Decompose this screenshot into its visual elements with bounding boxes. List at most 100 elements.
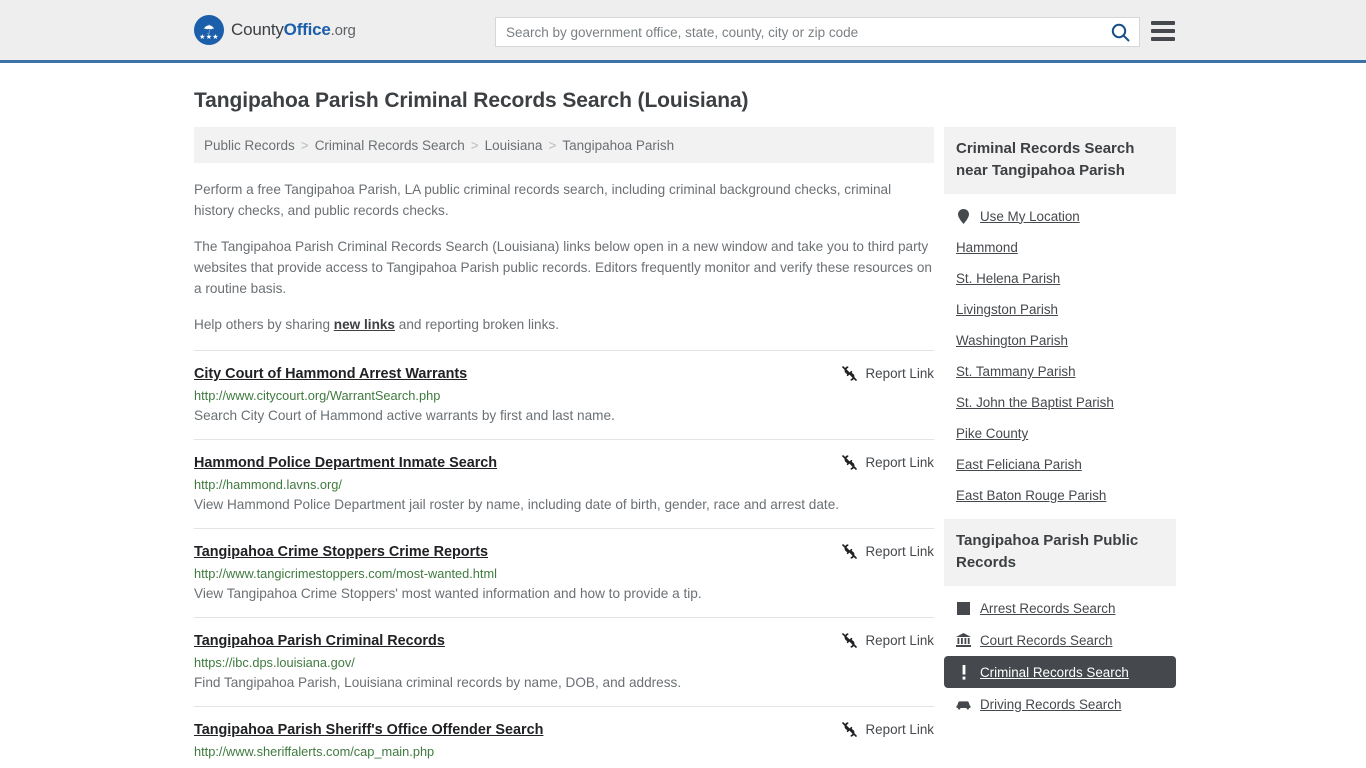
exclamation-icon	[956, 664, 971, 680]
result-item: Hammond Police Department Inmate Search h…	[194, 439, 934, 528]
sidebar-public-records-item[interactable]: Criminal Records Search	[944, 656, 1176, 688]
results-list: City Court of Hammond Arrest Warrants htt…	[194, 350, 934, 768]
sidebar-item-label: Arrest Records Search	[980, 600, 1116, 616]
page-container: Tangipahoa Parish Criminal Records Searc…	[0, 89, 1366, 768]
car-icon	[956, 696, 971, 712]
logo-text-prefix: County	[231, 20, 284, 39]
intro-paragraph-2: The Tangipahoa Parish Criminal Records S…	[194, 239, 932, 296]
broken-link-icon	[841, 455, 857, 470]
result-description: Search City Court of Hammond active warr…	[194, 408, 615, 423]
result-description: Find Tangipahoa Parish, Louisiana crimin…	[194, 675, 682, 690]
sidebar-item-use-my-location[interactable]: Use My Location	[944, 200, 1176, 232]
sidebar-public-records-item[interactable]: Driving Records Search	[944, 688, 1176, 720]
report-link-label: Report Link	[865, 455, 934, 470]
breadcrumb-item-1[interactable]: Criminal Records Search	[315, 138, 465, 153]
new-links-link[interactable]: new links	[334, 317, 395, 332]
logo-text: CountyOffice.org	[231, 20, 356, 40]
sidebar-item-label: Washington Parish	[956, 333, 1068, 348]
result-description: View Tangipahoa Crime Stoppers' most wan…	[194, 586, 702, 601]
result-url: http://hammond.lavns.org/	[194, 477, 342, 492]
result-item: Tangipahoa Parish Criminal Records https:…	[194, 617, 934, 706]
hamburger-bar	[1151, 21, 1175, 25]
sidebar-item-label: Criminal Records Search	[980, 664, 1129, 680]
sidebar-item-label: East Baton Rouge Parish	[956, 488, 1107, 503]
sidebar-public-records-item[interactable]: Court Records Search	[944, 624, 1176, 656]
result-url: https://ibc.dps.louisiana.gov/	[194, 655, 355, 670]
result-title-link[interactable]: Tangipahoa Parish Sheriff's Office Offen…	[194, 722, 543, 738]
sidebar-nearby-section: Criminal Records Search near Tangipahoa …	[944, 127, 1176, 511]
sidebar-nearby-item[interactable]: Hammond	[944, 232, 1176, 263]
sidebar-public-records-heading: Tangipahoa Parish Public Records	[944, 519, 1176, 586]
broken-link-icon	[841, 633, 857, 648]
map-pin-icon	[956, 208, 971, 224]
search-icon	[1111, 23, 1129, 41]
search-button[interactable]	[1101, 18, 1139, 46]
sidebar-item-label: Hammond	[956, 240, 1018, 255]
breadcrumb-separator: >	[548, 137, 557, 153]
result-title-link[interactable]: Tangipahoa Parish Criminal Records	[194, 633, 445, 649]
breadcrumb-item-0[interactable]: Public Records	[204, 138, 295, 153]
sidebar-nearby-items: Hammond St. Helena Parish Livingston Paris…	[944, 232, 1176, 511]
broken-link-icon	[841, 544, 857, 559]
sidebar-nearby-item[interactable]: Washington Parish	[944, 325, 1176, 356]
result-title-link[interactable]: City Court of Hammond Arrest Warrants	[194, 366, 467, 382]
breadcrumb-item-2[interactable]: Louisiana	[485, 138, 543, 153]
search-bar	[495, 17, 1140, 47]
intro-text: Perform a free Tangipahoa Parish, LA pub…	[194, 179, 934, 335]
result-title-link[interactable]: Hammond Police Department Inmate Search	[194, 455, 497, 471]
report-link-label: Report Link	[865, 366, 934, 381]
report-link-button[interactable]: Report Link	[841, 543, 934, 560]
sidebar-item-label: St. John the Baptist Parish	[956, 395, 1114, 410]
report-link-button[interactable]: Report Link	[841, 721, 934, 738]
report-link-button[interactable]: Report Link	[841, 632, 934, 649]
sidebar-nearby-item[interactable]: East Feliciana Parish	[944, 449, 1176, 480]
result-title-link[interactable]: Tangipahoa Crime Stoppers Crime Reports	[194, 544, 488, 560]
sidebar-item-label: Pike County	[956, 426, 1029, 441]
square-icon	[956, 600, 971, 616]
broken-link-icon	[841, 722, 857, 737]
hamburger-menu-icon[interactable]	[1151, 21, 1175, 41]
hamburger-bar	[1151, 37, 1175, 41]
result-item: Tangipahoa Crime Stoppers Crime Reports h…	[194, 528, 934, 617]
sidebar-nearby-list: Use My Location Hammond St. Helena Parish…	[944, 194, 1176, 511]
report-link-label: Report Link	[865, 722, 934, 737]
result-item: Tangipahoa Parish Sheriff's Office Offen…	[194, 706, 934, 768]
logo-text-bold: Office	[283, 20, 331, 39]
result-description: View Hammond Police Department jail rost…	[194, 497, 840, 512]
search-input[interactable]	[496, 18, 1101, 46]
sidebar-item-label: Livingston Parish	[956, 302, 1058, 317]
sidebar-item-label: East Feliciana Parish	[956, 457, 1082, 472]
sidebar-nearby-item[interactable]: East Baton Rouge Parish	[944, 480, 1176, 511]
sidebar-public-records-list: Arrest Records Search Court Records Searc…	[944, 586, 1176, 720]
site-logo[interactable]: ☂ ★★★ CountyOffice.org	[194, 15, 356, 45]
sidebar-item-label: Court Records Search	[980, 632, 1113, 648]
sidebar-item-label: Driving Records Search	[980, 696, 1122, 712]
sidebar-item-label: St. Helena Parish	[956, 271, 1061, 286]
sidebar-nearby-item[interactable]: St. Tammany Parish	[944, 356, 1176, 387]
sidebar-nearby-heading: Criminal Records Search near Tangipahoa …	[944, 127, 1176, 194]
sidebar-nearby-item[interactable]: Pike County	[944, 418, 1176, 449]
sidebar-public-records-section: Tangipahoa Parish Public Records Arrest …	[944, 519, 1176, 720]
report-link-button[interactable]: Report Link	[841, 454, 934, 471]
breadcrumb-separator: >	[300, 137, 309, 153]
breadcrumb-item-3[interactable]: Tangipahoa Parish	[562, 138, 674, 153]
sidebar-public-records-item[interactable]: Arrest Records Search	[944, 592, 1176, 624]
sidebar-nearby-item[interactable]: St. John the Baptist Parish	[944, 387, 1176, 418]
report-link-label: Report Link	[865, 633, 934, 648]
sidebar-item-label: St. Tammany Parish	[956, 364, 1076, 379]
result-url: http://www.citycourt.org/WarrantSearch.p…	[194, 388, 441, 403]
page-title: Tangipahoa Parish Criminal Records Searc…	[194, 89, 749, 112]
site-header: ☂ ★★★ CountyOffice.org	[0, 0, 1366, 63]
report-link-label: Report Link	[865, 544, 934, 559]
result-url: http://www.sheriffalerts.com/cap_main.ph…	[194, 744, 435, 759]
breadcrumb: Public Records > Criminal Records Search…	[194, 127, 934, 163]
sidebar-nearby-item[interactable]: Livingston Parish	[944, 294, 1176, 325]
stars-icon: ★★★	[199, 33, 219, 41]
eagle-icon: ☂	[203, 21, 215, 37]
help-line-after: and reporting broken links.	[395, 317, 559, 332]
logo-text-suffix: .org	[330, 22, 356, 39]
result-item: City Court of Hammond Arrest Warrants htt…	[194, 350, 934, 439]
sidebar: Criminal Records Search near Tangipahoa …	[944, 127, 1176, 768]
sidebar-nearby-item[interactable]: St. Helena Parish	[944, 263, 1176, 294]
report-link-button[interactable]: Report Link	[841, 365, 934, 382]
